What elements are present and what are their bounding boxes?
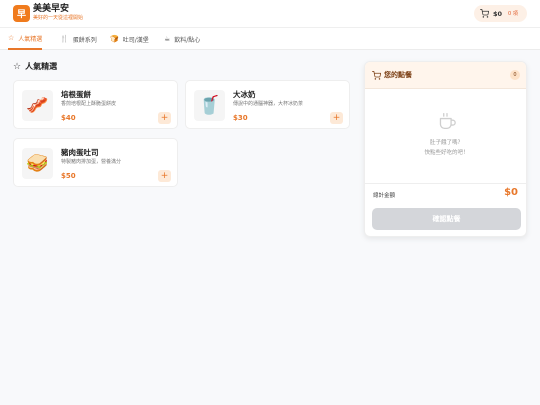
tab-label: 飲料/點心	[174, 36, 201, 44]
total-amount: $0	[504, 187, 518, 198]
product-card[interactable]: 🥪 豬肉蛋吐司 特製豬肉排加蛋，營養滿分 $50 +	[13, 138, 178, 187]
drink-cup-icon: 🥤	[194, 90, 225, 121]
sandwich-icon: 🥪	[22, 148, 53, 179]
order-count-badge: 0	[510, 70, 520, 80]
star-icon: ☆	[13, 61, 22, 72]
utensils-icon: 🍴	[60, 35, 69, 43]
product-name: 培根蛋餅	[61, 90, 91, 99]
tab-popular[interactable]: ☆ 人氣精選	[8, 28, 43, 50]
product-name: 豬肉蛋吐司	[61, 148, 99, 157]
section-title-text: 人氣精選	[25, 62, 58, 71]
product-description: 香煎培根配上酥脆蛋餅皮	[61, 101, 117, 107]
order-panel-header: 您的點餐 0	[365, 62, 526, 89]
cart-icon	[372, 71, 381, 80]
product-price: $50	[61, 172, 76, 180]
product-card[interactable]: 🥤 大冰奶 傳說中的通腦神器，大杯冰奶茶 $30 +	[185, 80, 350, 129]
brand-subtitle: 美好的一天從這裡開始	[33, 15, 84, 21]
add-to-cart-button[interactable]: +	[158, 170, 171, 182]
tab-drinks-snacks[interactable]: ☕ 飲料/點心	[164, 28, 200, 50]
tab-toast-burger[interactable]: 🍞 吐司/漢堡	[110, 28, 149, 50]
product-description: 特製豬肉排加蛋，營養滿分	[61, 159, 122, 165]
category-tabs: ☆ 人氣精選 🍴 蛋餅系列 🍞 吐司/漢堡 ☕ 飲料/點心	[0, 28, 540, 50]
brand-title: 美美早安	[33, 4, 70, 14]
bread-icon: 🍞	[110, 35, 119, 43]
section-title: ☆ 人氣精選	[13, 61, 57, 72]
coffee-cup-icon	[439, 112, 456, 130]
tab-egg-pancake[interactable]: 🍴 蛋餅系列	[60, 28, 97, 50]
cart-count: 0 項	[508, 11, 518, 17]
tab-label: 蛋餅系列	[72, 36, 97, 44]
app-header: 早 美美早安 美好的一天從這裡開始 $0 0 項	[0, 0, 540, 28]
cart-button[interactable]: $0 0 項	[474, 5, 527, 22]
divider	[365, 183, 526, 184]
bacon-icon: 🥓	[22, 90, 53, 121]
cart-total: $0	[493, 9, 503, 18]
star-icon: ☆	[8, 34, 15, 42]
add-to-cart-button[interactable]: +	[158, 112, 171, 124]
product-name: 大冰奶	[233, 90, 256, 99]
cart-icon	[480, 9, 489, 18]
empty-cart-message: 肚子餓了嗎？	[429, 140, 463, 146]
tab-label: 人氣精選	[18, 35, 43, 43]
coffee-icon: ☕	[164, 35, 171, 43]
product-price: $30	[233, 114, 248, 122]
total-label: 總計金額	[373, 193, 396, 199]
add-to-cart-button[interactable]: +	[330, 112, 343, 124]
order-panel-title: 您的點餐	[384, 71, 412, 79]
product-price: $40	[61, 114, 76, 122]
order-panel: 您的點餐 0 肚子餓了嗎？ 快點些好吃的吧！ 總計金額 $0 確認點餐	[364, 61, 527, 237]
product-card[interactable]: 🥓 培根蛋餅 香煎培根配上酥脆蛋餅皮 $40 +	[13, 80, 178, 129]
product-description: 傳說中的通腦神器，大杯冰奶茶	[233, 101, 304, 107]
empty-cart-hint: 快點些好吃的吧！	[424, 150, 469, 156]
tab-label: 吐司/漢堡	[122, 36, 149, 44]
confirm-order-button[interactable]: 確認點餐	[372, 208, 521, 230]
brand-logo: 早	[13, 5, 30, 22]
